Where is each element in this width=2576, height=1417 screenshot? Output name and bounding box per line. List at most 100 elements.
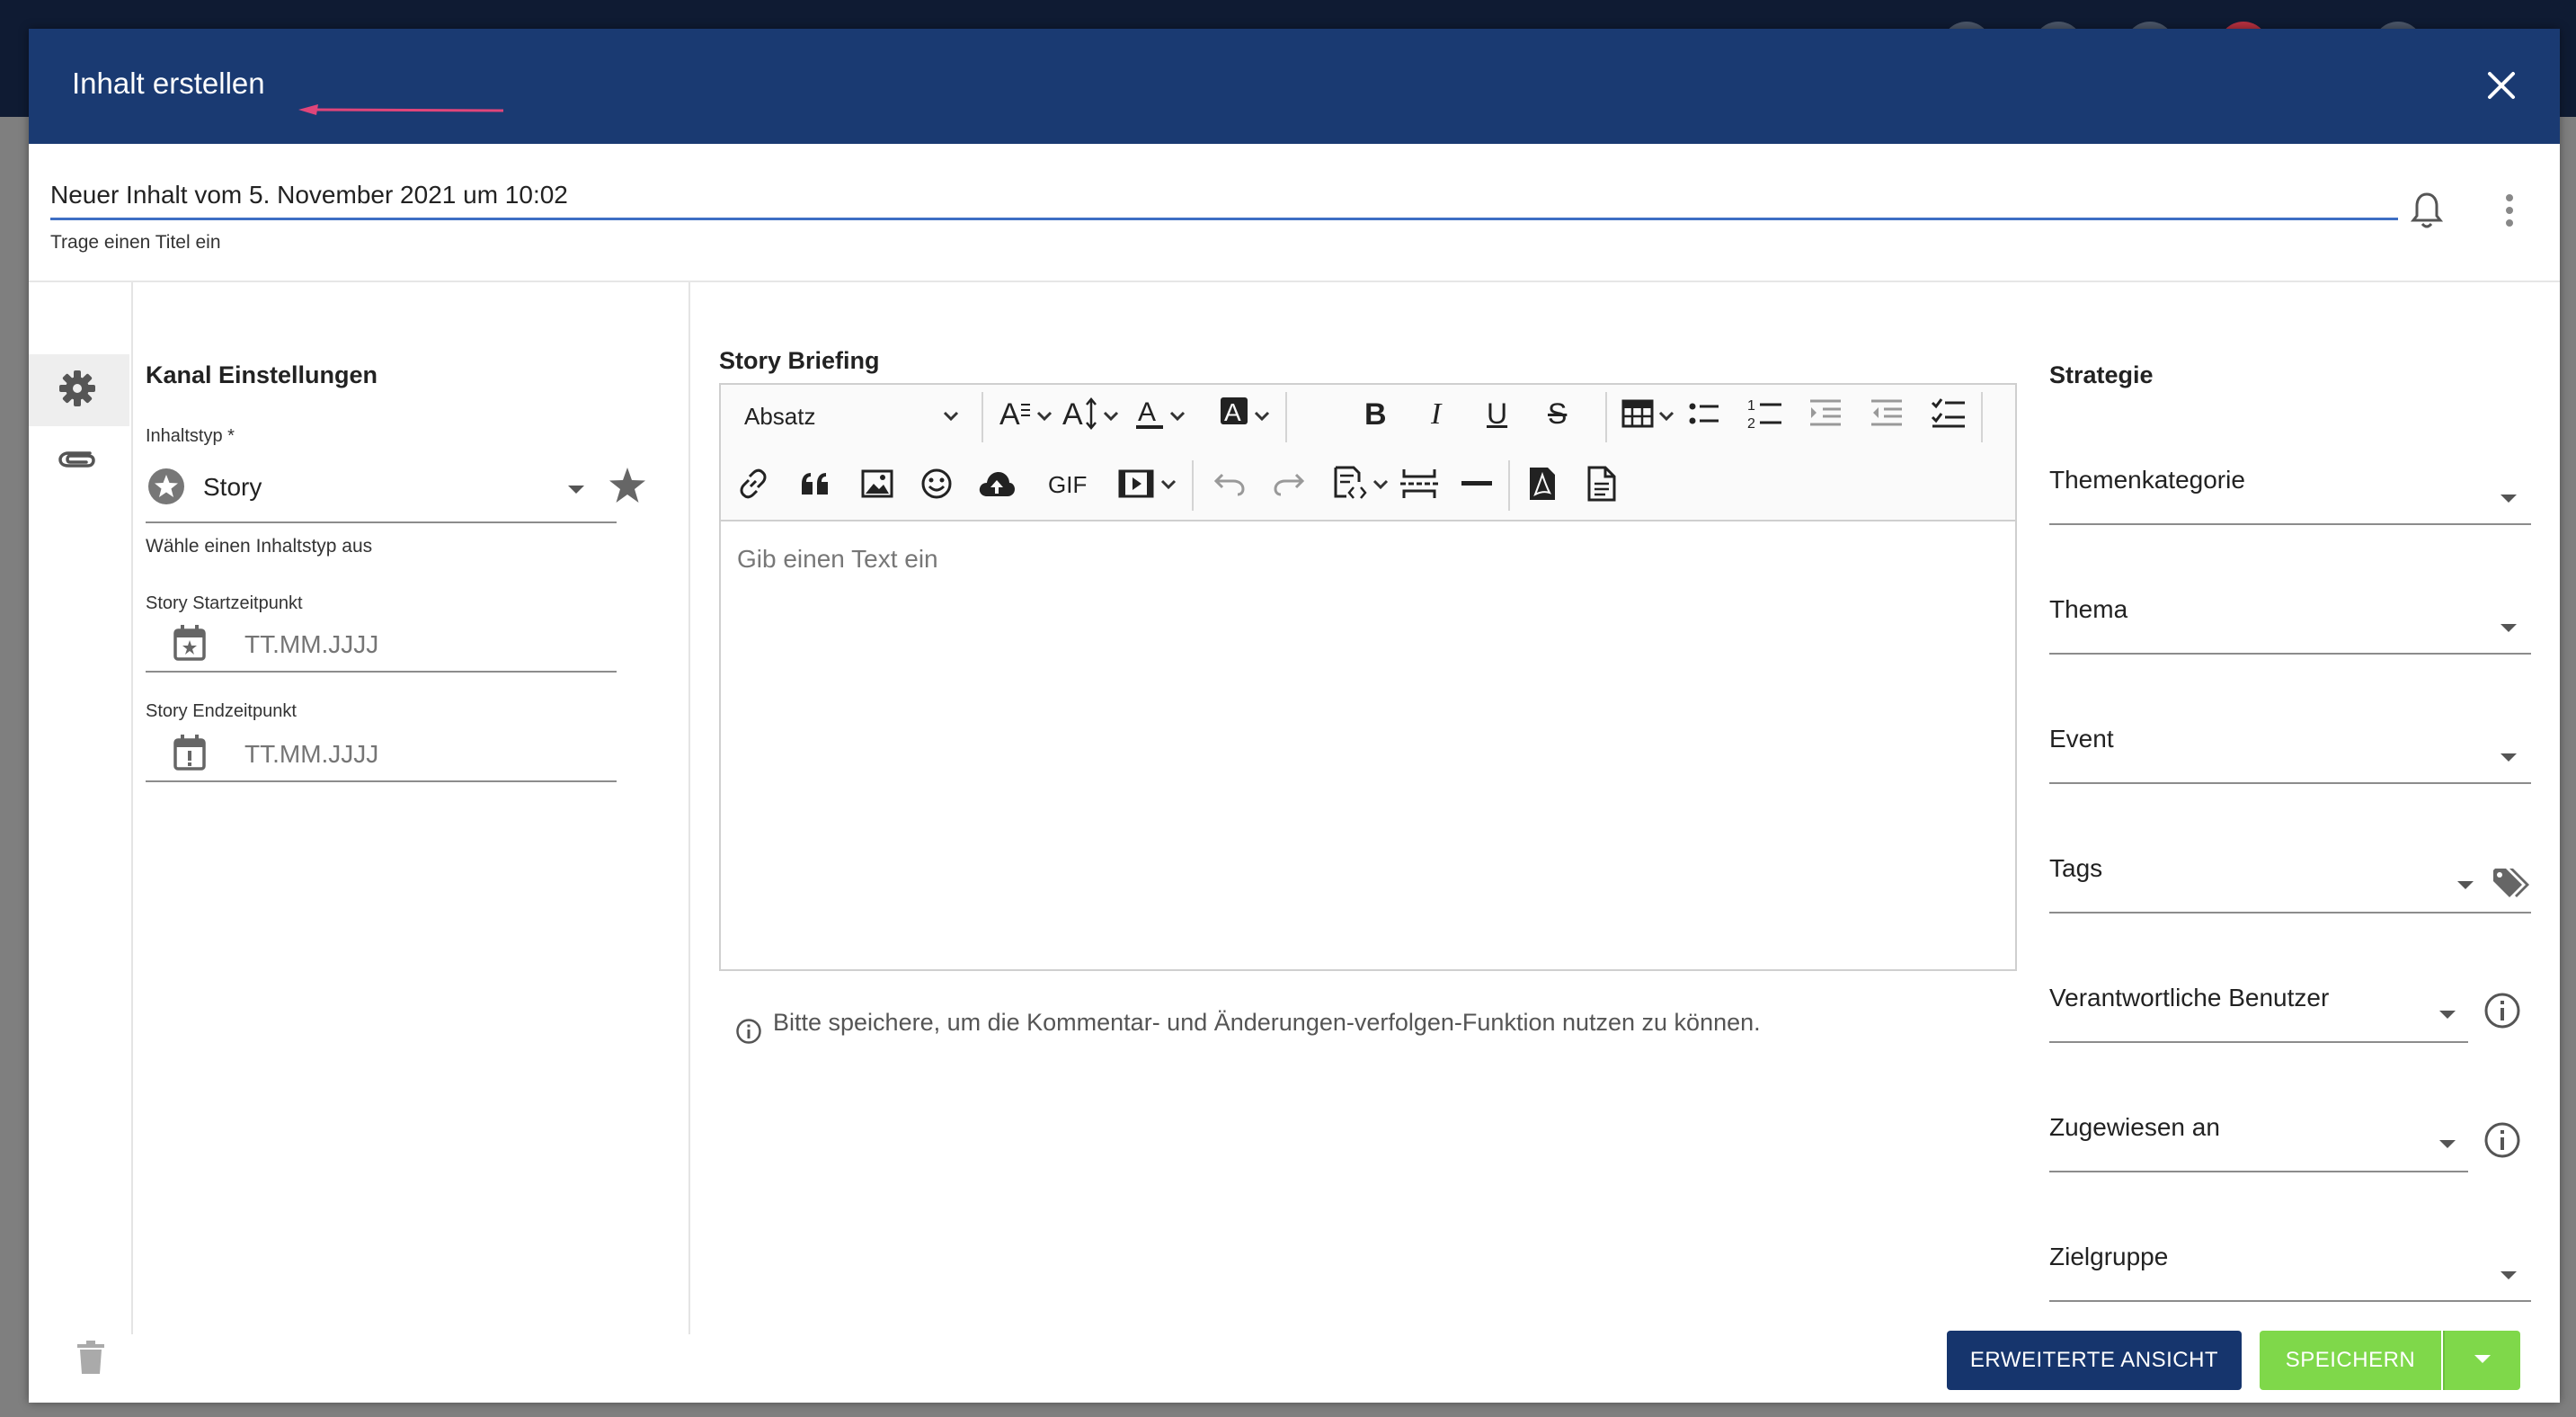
info-icon	[736, 1019, 761, 1044]
dropdown-arrow-icon[interactable]	[2500, 624, 2517, 632]
table-icon[interactable]	[1621, 399, 1654, 428]
save-info-note: Bitte speichere, um die Kommentar- und Ä…	[773, 1009, 1761, 1036]
responsible-users-select[interactable]: Verantwortliche Benutzer	[2049, 984, 2329, 1012]
redo-icon[interactable]	[1273, 471, 1305, 496]
pdf-export-icon[interactable]	[1528, 466, 1557, 502]
chevron-down-icon[interactable]	[1657, 410, 1675, 423]
select-underline	[2049, 653, 2531, 655]
dropdown-arrow-icon[interactable]	[2439, 1011, 2456, 1019]
topic-select[interactable]: Thema	[2049, 595, 2127, 624]
chevron-down-icon[interactable]	[942, 410, 960, 423]
save-options-button[interactable]	[2443, 1331, 2520, 1390]
dialog-header: Inhalt erstellen	[29, 29, 2560, 144]
toolbar-separator	[982, 392, 983, 442]
chevron-down-icon[interactable]	[1159, 478, 1177, 491]
chevron-down-icon[interactable]	[1035, 410, 1053, 423]
content-type-select[interactable]: Story	[203, 473, 262, 502]
calendar-star-icon[interactable]	[173, 624, 207, 662]
toolbar-separator	[1981, 392, 1983, 442]
image-icon[interactable]	[861, 469, 893, 498]
select-underline	[2049, 782, 2531, 784]
tags-select[interactable]: Tags	[2049, 854, 2102, 883]
content-title-hint: Trage einen Titel ein	[50, 232, 221, 253]
trash-icon[interactable]	[76, 1340, 106, 1376]
editor-content-area[interactable]: Gib einen Text ein	[737, 545, 938, 574]
info-icon[interactable]	[2483, 991, 2522, 1030]
highlight-color-icon[interactable]: A	[1219, 396, 1249, 432]
dropdown-arrow-icon[interactable]	[2500, 495, 2517, 503]
select-underline	[2049, 912, 2531, 913]
link-icon[interactable]	[737, 468, 769, 500]
content-title-input[interactable]	[50, 180, 2398, 220]
save-button[interactable]: SPEICHERN	[2260, 1331, 2441, 1390]
strikethrough-button[interactable]: S	[1548, 397, 1567, 431]
gear-icon[interactable]	[58, 369, 97, 408]
media-embed-icon[interactable]	[1118, 469, 1154, 498]
story-end-label: Story Endzeitpunkt	[146, 701, 297, 721]
toolbar-separator	[1508, 460, 1510, 511]
underline-button[interactable]: U	[1487, 397, 1507, 431]
bell-icon[interactable]	[2411, 191, 2443, 230]
word-export-icon[interactable]	[1587, 466, 1616, 502]
bulleted-list-icon[interactable]	[1688, 399, 1720, 428]
font-family-icon[interactable]: A	[999, 396, 1030, 432]
gif-button[interactable]: GIF	[1048, 471, 1087, 499]
horizontal-line-icon[interactable]	[1461, 480, 1492, 487]
font-size-icon[interactable]: A	[1062, 396, 1098, 432]
blockquote-icon[interactable]	[800, 471, 831, 496]
chevron-down-icon[interactable]	[1102, 410, 1120, 423]
undo-icon[interactable]	[1213, 471, 1246, 496]
page-break-icon[interactable]	[1400, 468, 1438, 500]
dropdown-arrow-icon[interactable]	[2439, 1140, 2456, 1148]
more-options-icon[interactable]	[2504, 192, 2515, 228]
paragraph-style-select[interactable]: Absatz	[744, 403, 816, 431]
story-briefing-heading: Story Briefing	[719, 347, 880, 374]
upload-cloud-icon[interactable]	[978, 469, 1016, 498]
channel-settings-heading: Kanal Einstellungen	[146, 361, 378, 388]
advanced-view-button[interactable]: ERWEITERTE ANSICHT	[1947, 1331, 2242, 1390]
font-color-icon[interactable]: A	[1134, 396, 1165, 432]
assigned-to-select[interactable]: Zugewiesen an	[2049, 1113, 2220, 1142]
strategy-heading: Strategie	[2049, 361, 2154, 388]
dropdown-arrow-icon[interactable]	[2457, 881, 2474, 889]
content-type-underline	[146, 521, 617, 523]
editor-toolbar: Absatz A A A A B I U S 12 GIF	[721, 385, 2015, 521]
close-icon[interactable]	[2479, 63, 2524, 108]
strategy-panel: Strategie Themenkategorie Thema Event Ta…	[2030, 282, 2560, 1334]
select-underline	[2049, 523, 2531, 525]
target-group-select[interactable]: Zielgruppe	[2049, 1243, 2168, 1271]
emoji-icon[interactable]	[920, 468, 953, 500]
bold-button[interactable]: B	[1364, 397, 1387, 432]
indent-icon[interactable]	[1808, 397, 1843, 428]
select-underline	[2049, 1041, 2468, 1043]
tags-icon[interactable]	[2492, 867, 2533, 901]
story-end-date-input[interactable]	[243, 739, 606, 770]
numbered-list-icon[interactable]: 12	[1747, 396, 1783, 430]
attachment-icon[interactable]	[58, 446, 97, 473]
rich-text-editor: Absatz A A A A B I U S 12 GIF Gib einen …	[719, 383, 2017, 971]
content-type-label: Inhaltstyp *	[146, 426, 235, 446]
svg-text:A: A	[1062, 397, 1083, 432]
calendar-alert-icon[interactable]	[173, 734, 207, 771]
outdent-icon[interactable]	[1870, 397, 1904, 428]
chevron-down-icon[interactable]	[1253, 410, 1271, 423]
story-start-date-input[interactable]	[243, 629, 606, 660]
italic-button[interactable]: I	[1431, 397, 1441, 432]
dropdown-arrow-icon[interactable]	[2500, 753, 2517, 762]
toolbar-separator	[1605, 392, 1607, 442]
event-select[interactable]: Event	[2049, 725, 2114, 753]
source-code-icon[interactable]	[1332, 466, 1368, 502]
info-icon[interactable]	[2483, 1120, 2522, 1160]
content-type-helper: Wähle einen Inhaltstyp aus	[146, 536, 373, 557]
todo-list-icon[interactable]	[1931, 397, 1967, 428]
topic-category-select[interactable]: Themenkategorie	[2049, 466, 2245, 495]
star-icon[interactable]	[608, 466, 647, 505]
dropdown-arrow-icon[interactable]	[2500, 1271, 2517, 1279]
chevron-down-icon[interactable]	[1168, 410, 1186, 423]
svg-text:1: 1	[1747, 398, 1755, 414]
chevron-down-icon[interactable]	[1372, 478, 1390, 491]
toolbar-separator	[1192, 460, 1194, 511]
side-navigation	[29, 282, 133, 1334]
dropdown-arrow-icon[interactable]	[568, 486, 584, 494]
story-start-underline	[146, 671, 617, 673]
